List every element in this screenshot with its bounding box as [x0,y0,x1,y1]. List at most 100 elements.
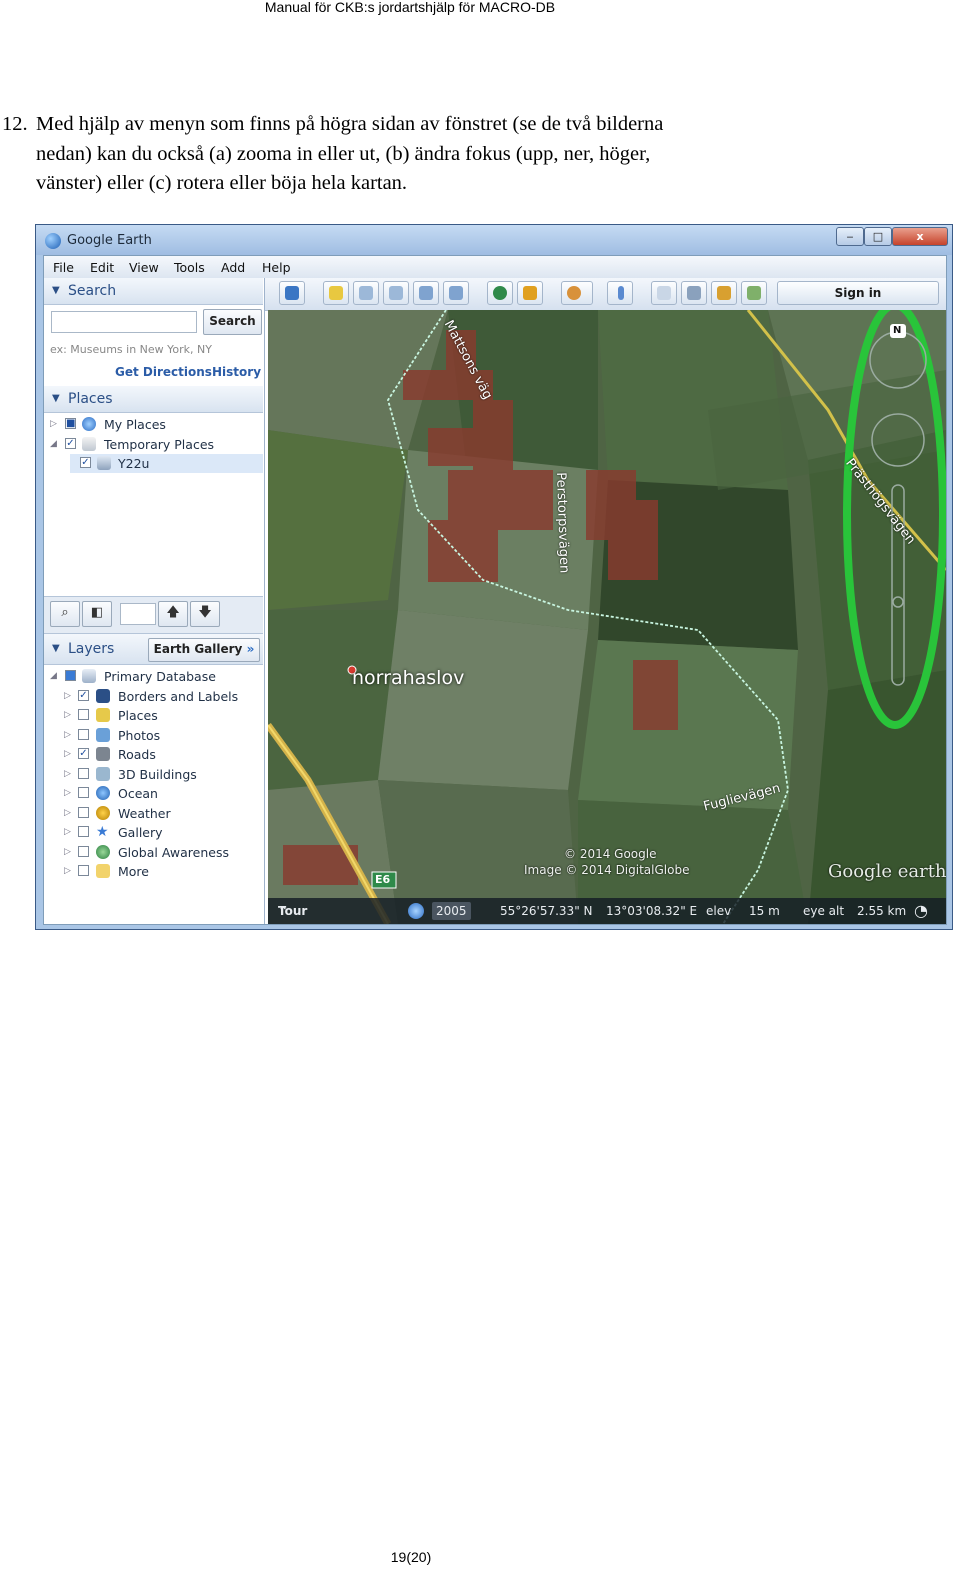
layer-ocean[interactable]: ▷ Ocean [44,784,263,803]
layer-label: Primary Database [104,669,216,684]
historical-imagery-icon[interactable] [487,281,513,305]
eye-alt-value: 2.55 km [857,904,907,918]
elevation-label: elev [706,904,732,918]
search-input[interactable] [51,311,197,333]
sidebar-toggle-icon[interactable] [279,281,305,305]
checkbox[interactable] [78,709,89,720]
search-button[interactable]: Search [203,309,262,335]
layer-photos[interactable]: ▷ Photos [44,726,263,745]
road-icon [96,747,110,761]
layer-weather[interactable]: ▷ Weather [44,804,263,823]
tree-label: Y22u [118,456,150,471]
checkbox[interactable] [78,729,89,740]
tree-item-my-places[interactable]: ▷ ■ My Places [44,415,263,434]
collapse-icon: ◢ [50,671,57,681]
minimize-button[interactable]: ‒ [836,227,864,246]
copyright-imagery: Image © 2014 DigitalGlobe [524,863,690,877]
menu-help[interactable]: Help [262,260,291,275]
checkbox[interactable]: ✓ [78,748,89,759]
add-polygon-icon[interactable] [353,281,379,305]
sign-in-button[interactable]: Sign in [777,281,939,305]
tree-label: Temporary Places [104,437,215,452]
add-overlay-icon[interactable] [413,281,439,305]
checkbox[interactable] [78,787,89,798]
globe-icon [82,417,96,431]
expand-icon: ▷ [64,866,71,876]
place-label[interactable]: norrahaslov [352,667,464,689]
checkbox[interactable] [65,670,76,681]
title-bar[interactable]: Google Earth ‒ □ x [36,225,952,255]
paragraph-line: Med hjälp av menyn som finns på högra si… [36,113,664,135]
checkbox[interactable] [78,768,89,779]
expand-icon: ▷ [64,749,71,759]
search-hint: ex: Museums in New York, NY [50,343,212,356]
record-tour-icon[interactable] [443,281,469,305]
compass-north-icon[interactable]: N [893,325,901,336]
maximize-button[interactable]: □ [864,227,892,246]
layer-roads[interactable]: ▷ ✓ Roads [44,745,263,764]
checkbox[interactable] [78,865,89,876]
email-icon[interactable] [651,281,677,305]
checkbox[interactable] [78,846,89,857]
double-chevron-icon: » [246,642,255,656]
database-icon [82,669,96,683]
panel-toggle-icon[interactable]: ◧ [82,601,112,627]
paragraph-line: vänster) eller (c) rotera eller böja hel… [36,172,408,194]
layer-primary-database[interactable]: ◢ Primary Database [44,667,263,686]
places-heading: Places [68,391,113,407]
layer-label: 3D Buildings [118,767,197,782]
step-number: 12. [2,113,28,135]
places-section-header[interactable]: ▼ Places [44,386,263,413]
get-directions-link[interactable]: Get Directions [115,365,212,379]
tree-item-y22u[interactable]: ✓ Y22u [70,454,263,473]
menu-view[interactable]: View [129,260,159,275]
tour-guide-label: Tour Guide [278,904,308,918]
layer-global-awareness[interactable]: ▷ Global Awareness [44,843,263,862]
checkbox[interactable]: ✓ [65,438,76,449]
road-shield: E6 [375,873,391,886]
expand-icon: ▷ [64,827,71,837]
menu-file[interactable]: File [53,260,74,275]
checkbox[interactable]: ✓ [78,690,89,701]
building-icon [96,767,110,781]
sunlight-icon[interactable] [517,281,543,305]
places-filter-input[interactable] [120,603,156,625]
layer-more[interactable]: ▷ More [44,862,263,881]
history-link[interactable]: History [212,365,261,379]
print-icon[interactable] [681,281,707,305]
menu-edit[interactable]: Edit [90,260,114,275]
page-number: 19(20) [390,1549,432,1565]
ruler-icon[interactable] [607,281,633,305]
collapse-triangle-icon: ▼ [52,285,60,296]
layers-section-header[interactable]: ▼ Layers Earth Gallery » [44,634,263,665]
expand-icon: ▷ [64,769,71,779]
checkbox[interactable] [78,807,89,818]
checkbox[interactable]: ✓ [80,457,91,468]
layer-places[interactable]: ▷ Places [44,706,263,725]
tree-item-temporary-places[interactable]: ◢ ✓ Temporary Places [44,435,263,454]
add-path-icon[interactable] [383,281,409,305]
search-section-header[interactable]: ▼ Search [44,278,263,305]
map-view[interactable]: Mattsons väg Perstorpsvägen Prästhögsväg… [268,310,946,924]
layer-gallery[interactable]: ▷ ★ Gallery [44,823,263,842]
checkbox[interactable]: ■ [65,418,76,429]
menu-tools[interactable]: Tools [174,260,205,275]
earth-gallery-button[interactable]: Earth Gallery » [148,638,260,662]
planets-icon[interactable] [561,281,593,305]
menu-add[interactable]: Add [221,260,245,275]
layer-3d-buildings[interactable]: ▷ 3D Buildings [44,765,263,784]
historical-clock-icon[interactable] [408,903,424,919]
eye-alt-label: eye alt [803,904,845,918]
sun-icon [96,806,110,820]
close-button[interactable]: x [892,227,948,246]
move-down-icon[interactable]: 🡇 [190,601,220,627]
star-icon: ★ [96,824,109,840]
magnifier-icon[interactable]: ⌕ [50,601,80,627]
save-image-icon[interactable] [711,281,737,305]
add-placemark-icon[interactable] [323,281,349,305]
checkbox[interactable] [78,826,89,837]
layer-borders-labels[interactable]: ▷ ✓ Borders and Labels [44,687,263,706]
expand-icon: ▷ [64,808,71,818]
view-in-maps-icon[interactable] [741,281,767,305]
move-up-icon[interactable]: 🡅 [158,601,188,627]
